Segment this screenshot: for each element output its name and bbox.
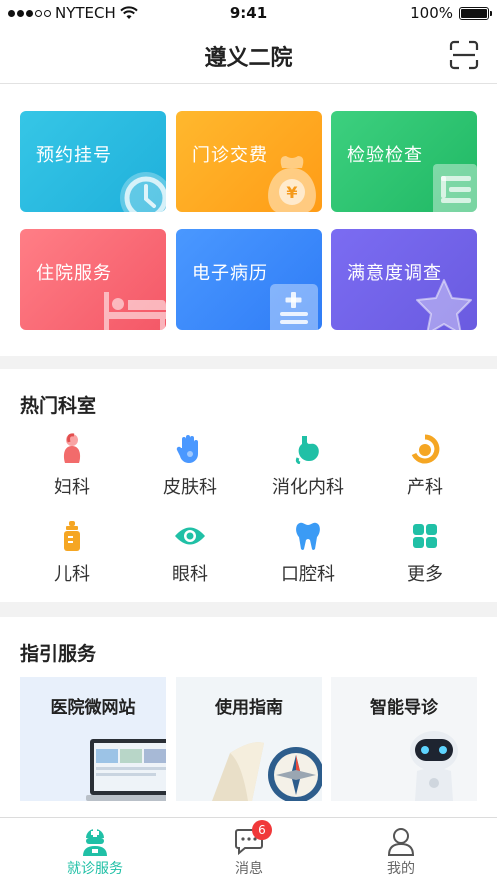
dept-gynecology[interactable]: 妇科 — [17, 431, 127, 499]
tile-label: 预约挂号 — [36, 145, 112, 166]
unread-badge: 6 — [252, 820, 272, 840]
dept-stomatology[interactable]: 口腔科 — [253, 518, 363, 586]
tile-outpatient-payment[interactable]: 门诊交费 ¥ — [176, 111, 322, 212]
tab-label: 我的 — [387, 861, 415, 877]
baby-bottle-icon — [54, 518, 90, 554]
compass-icon — [212, 742, 322, 801]
dept-more[interactable]: 更多 — [370, 518, 480, 586]
tile-medical-record[interactable]: 电子病历 — [176, 229, 322, 330]
page-title: 遵义二院 — [204, 46, 293, 71]
tab-label: 就诊服务 — [67, 861, 123, 877]
dept-label: 消化内科 — [272, 477, 344, 498]
quick-services: 预约挂号 门诊交费 ¥ 检验检查 住院服务 电子病历 满意度调查 — [0, 84, 497, 356]
dept-label: 儿科 — [54, 564, 90, 585]
dept-ophthalmology[interactable]: 眼科 — [135, 518, 245, 586]
robot-icon — [410, 731, 458, 801]
message-icon: 6 — [234, 820, 272, 856]
dept-gastroenterology[interactable]: 消化内科 — [253, 431, 363, 499]
laptop-icon — [86, 739, 166, 801]
dept-label: 妇科 — [54, 477, 90, 498]
money-bag-icon: ¥ — [268, 156, 316, 212]
tile-label: 住院服务 — [36, 263, 112, 284]
battery-percent: 100% — [410, 4, 453, 22]
dept-label: 皮肤科 — [163, 477, 217, 498]
star-icon — [416, 279, 472, 330]
stomach-icon — [290, 431, 326, 467]
dept-dermatology[interactable]: 皮肤科 — [135, 431, 245, 499]
eye-icon — [172, 518, 208, 554]
departments-section: 热门科室 妇科 皮肤科 消化内科 产科 儿科 眼科 口腔科 更多 — [0, 369, 497, 602]
tab-profile[interactable]: 我的 — [318, 818, 484, 883]
section-title: 指引服务 — [20, 643, 97, 665]
tooth-icon — [290, 518, 326, 554]
dept-label: 更多 — [407, 564, 443, 585]
tab-medical-service[interactable]: 就诊服务 — [12, 818, 178, 883]
dept-label: 产科 — [407, 477, 443, 498]
guide-card-user-guide[interactable]: 使用指南 — [176, 677, 322, 801]
doctor-icon — [80, 826, 110, 856]
tile-inpatient[interactable]: 住院服务 — [20, 229, 166, 330]
report-icon — [433, 164, 477, 212]
scan-icon[interactable] — [449, 40, 479, 70]
dept-obstetrics[interactable]: 产科 — [370, 431, 480, 499]
battery-icon — [459, 6, 492, 20]
tile-label: 检验检查 — [347, 145, 423, 166]
guide-card-label: 使用指南 — [215, 698, 283, 718]
dept-label: 眼科 — [172, 564, 208, 585]
bed-icon — [104, 292, 166, 330]
baby-icon — [407, 431, 443, 467]
status-bar: NYTECH 9:41 100% — [0, 0, 497, 26]
medical-record-icon — [270, 284, 318, 330]
tile-label: 电子病历 — [192, 263, 268, 284]
dept-pediatrics[interactable]: 儿科 — [17, 518, 127, 586]
tile-appointment[interactable]: 预约挂号 — [20, 111, 166, 212]
hand-icon — [172, 431, 208, 467]
dept-label: 口腔科 — [281, 564, 335, 585]
grid-icon — [407, 518, 443, 554]
tab-bar: 就诊服务 6 消息 我的 — [0, 817, 497, 883]
clock-icon — [120, 172, 166, 212]
nav-bar: 遵义二院 — [0, 26, 497, 84]
woman-icon — [54, 431, 90, 467]
tile-satisfaction-survey[interactable]: 满意度调查 — [331, 229, 477, 330]
svg-text:¥: ¥ — [286, 183, 297, 202]
guide-card-hospital-site[interactable]: 医院微网站 — [20, 677, 166, 801]
user-icon — [386, 826, 416, 856]
guide-card-label: 智能导诊 — [370, 698, 438, 718]
tile-label: 门诊交费 — [192, 145, 268, 166]
tile-lab-tests[interactable]: 检验检查 — [331, 111, 477, 212]
guide-card-label: 医院微网站 — [50, 698, 136, 718]
guide-card-smart-triage[interactable]: 智能导诊 — [331, 677, 477, 801]
section-title: 热门科室 — [20, 395, 97, 417]
battery-area: 100% — [410, 4, 492, 22]
tab-messages[interactable]: 6 消息 — [166, 818, 332, 883]
tab-label: 消息 — [235, 861, 263, 877]
